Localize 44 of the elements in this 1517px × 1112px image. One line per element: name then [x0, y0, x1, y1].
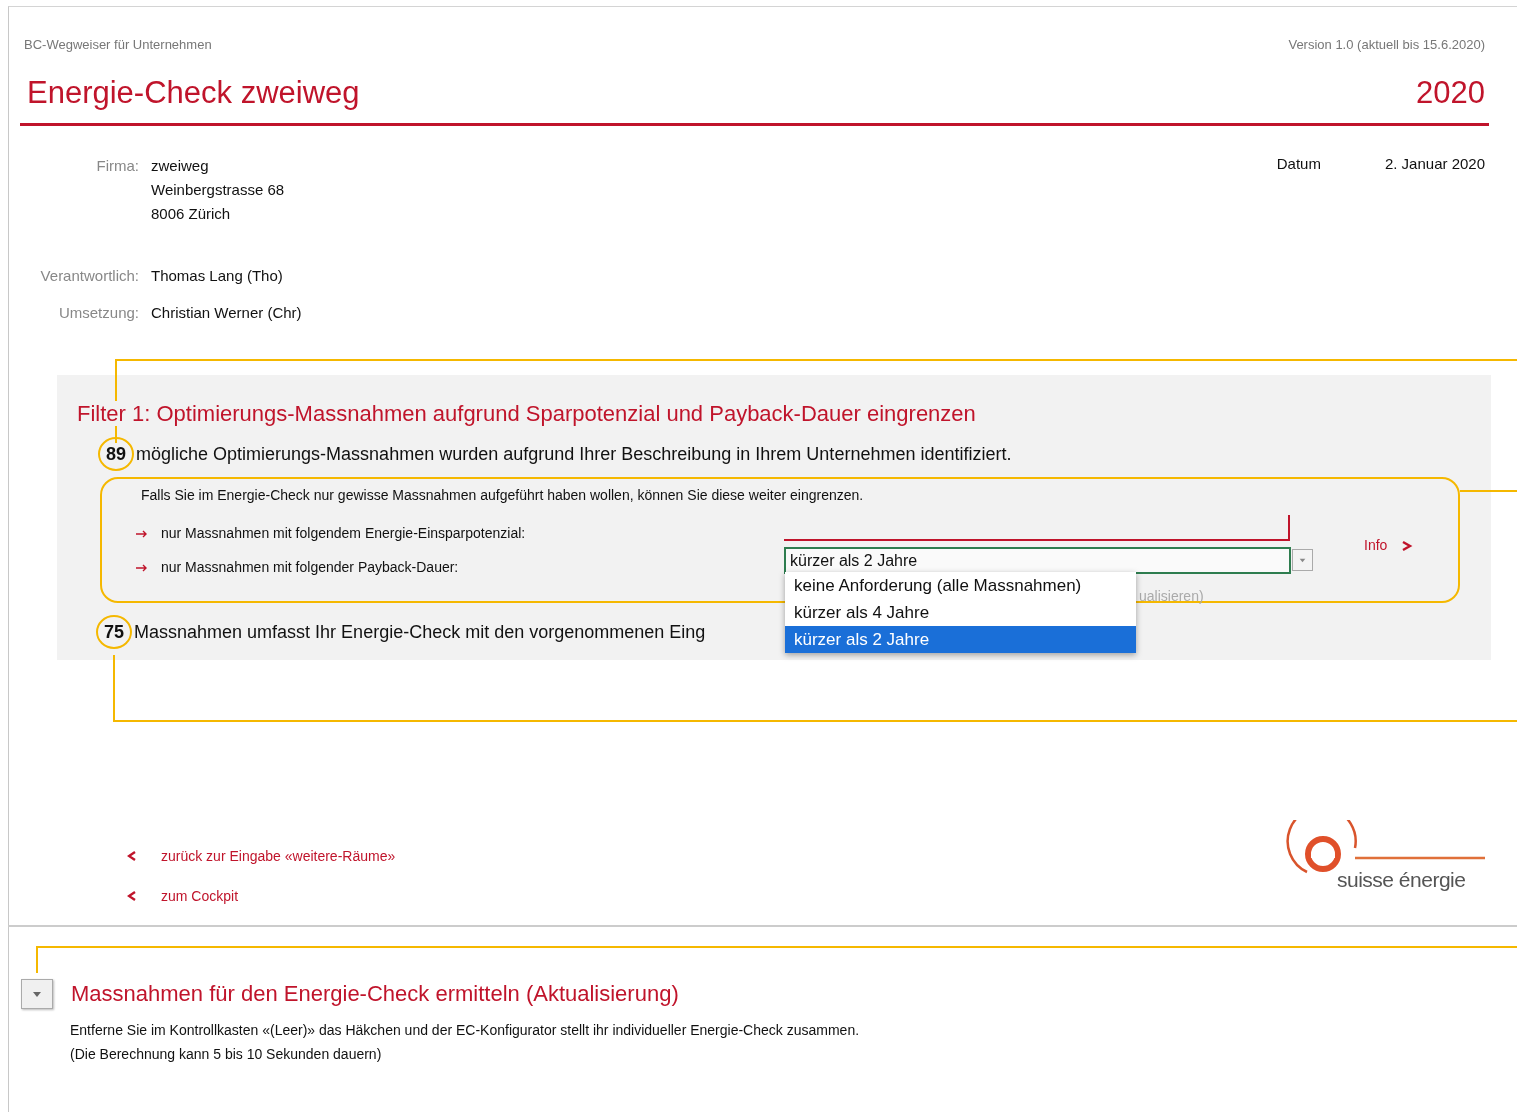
chevron-icon [127, 891, 137, 901]
section-title: Filter 1: Optimierungs-Massnahmen aufgrund Sparpotenzial und Payback-Dauer eingrenzen [77, 401, 976, 426]
instruction-text: (Die Berechnung kann 5 bis 10 Sekunden dauern) [70, 1045, 383, 1064]
dropdown-option[interactable]: keine Anforderung (alle Massnahmen) [785, 572, 1136, 599]
field-value: Thomas Lang (Tho) [151, 266, 283, 286]
description-text: Massnahmen umfasst Ihr Energie-Check mit den vorgenommenen Eing [134, 621, 706, 644]
nav-link[interactable]: zurück zur Eingabe «weitere-Räume» [127, 836, 396, 876]
chevron-icon [127, 851, 137, 861]
field-value: 2. Januar 2020 [1384, 154, 1485, 174]
item-count: 75 [96, 615, 133, 649]
instruction-text: Entferne Sie im Kontrollkasten «(Leer)» das Häkchen und der EC-Konfigurator stellt ihr individueller Energie-Check zusammen. [70, 1021, 861, 1040]
field-label: Firma: [95, 156, 140, 176]
info-link[interactable]: Info [1364, 535, 1414, 556]
hint-text: ualisieren) [1139, 587, 1204, 606]
dropdown-option[interactable]: kürzer als 2 Jahre [785, 626, 1136, 653]
caret-icon [32, 990, 42, 998]
year-text: 2020 [1416, 74, 1485, 112]
page-title: Energie-Check zweiweg [27, 74, 360, 112]
app-name: BC-Wegweiser für Unternehmen [24, 36, 212, 54]
arrow-icon [135, 528, 147, 539]
address-line: 8006 Zürich [151, 204, 232, 224]
intro-text: Falls Sie im Energie-Check nur gewisse Massnahmen aufgeführt haben wollen, können Sie diese weiter eingrenzen. [141, 486, 865, 505]
description-text: mögliche Optimierungs-Massnahmen wurden aufgrund Ihrer Beschreibung in Ihrem Unternehmen identifiziert. [136, 443, 1012, 466]
expand-button[interactable] [21, 978, 53, 1009]
select-field[interactable]: kürzer als 2 Jahre [784, 547, 1291, 574]
field-label: Datum [1276, 154, 1321, 174]
nav-link[interactable]: zum Cockpit [127, 876, 239, 916]
address-line: zweiweg [151, 156, 210, 176]
item-count: 89 [98, 437, 135, 471]
address-line: Weinbergstrasse 68 [151, 180, 285, 200]
chevron-icon [1401, 540, 1414, 553]
criterion-label: nur Massnahmen mit folgender Payback-Dauer: [161, 557, 459, 577]
select-field[interactable] [784, 515, 1290, 541]
caret-icon [1299, 556, 1306, 564]
field-label: Verantwortlich: [39, 266, 140, 286]
section-title: Massnahmen für den Energie-Check ermitteln (Aktualisierung) [71, 980, 679, 1008]
field-value: Christian Werner (Chr) [151, 303, 302, 323]
dropdown-option[interactable]: kürzer als 4 Jahre [785, 599, 1136, 626]
version-text: Version 1.0 (aktuell bis 15.6.2020) [1288, 36, 1485, 54]
field-label: Umsetzung: [57, 303, 140, 323]
criterion-label: nur Massnahmen mit folgendem Energie-Einsparpotenzial: [161, 523, 526, 543]
dropdown-button[interactable] [1292, 549, 1313, 571]
arrow-icon [135, 562, 147, 573]
logo-text: suisse énergie [1337, 867, 1466, 893]
